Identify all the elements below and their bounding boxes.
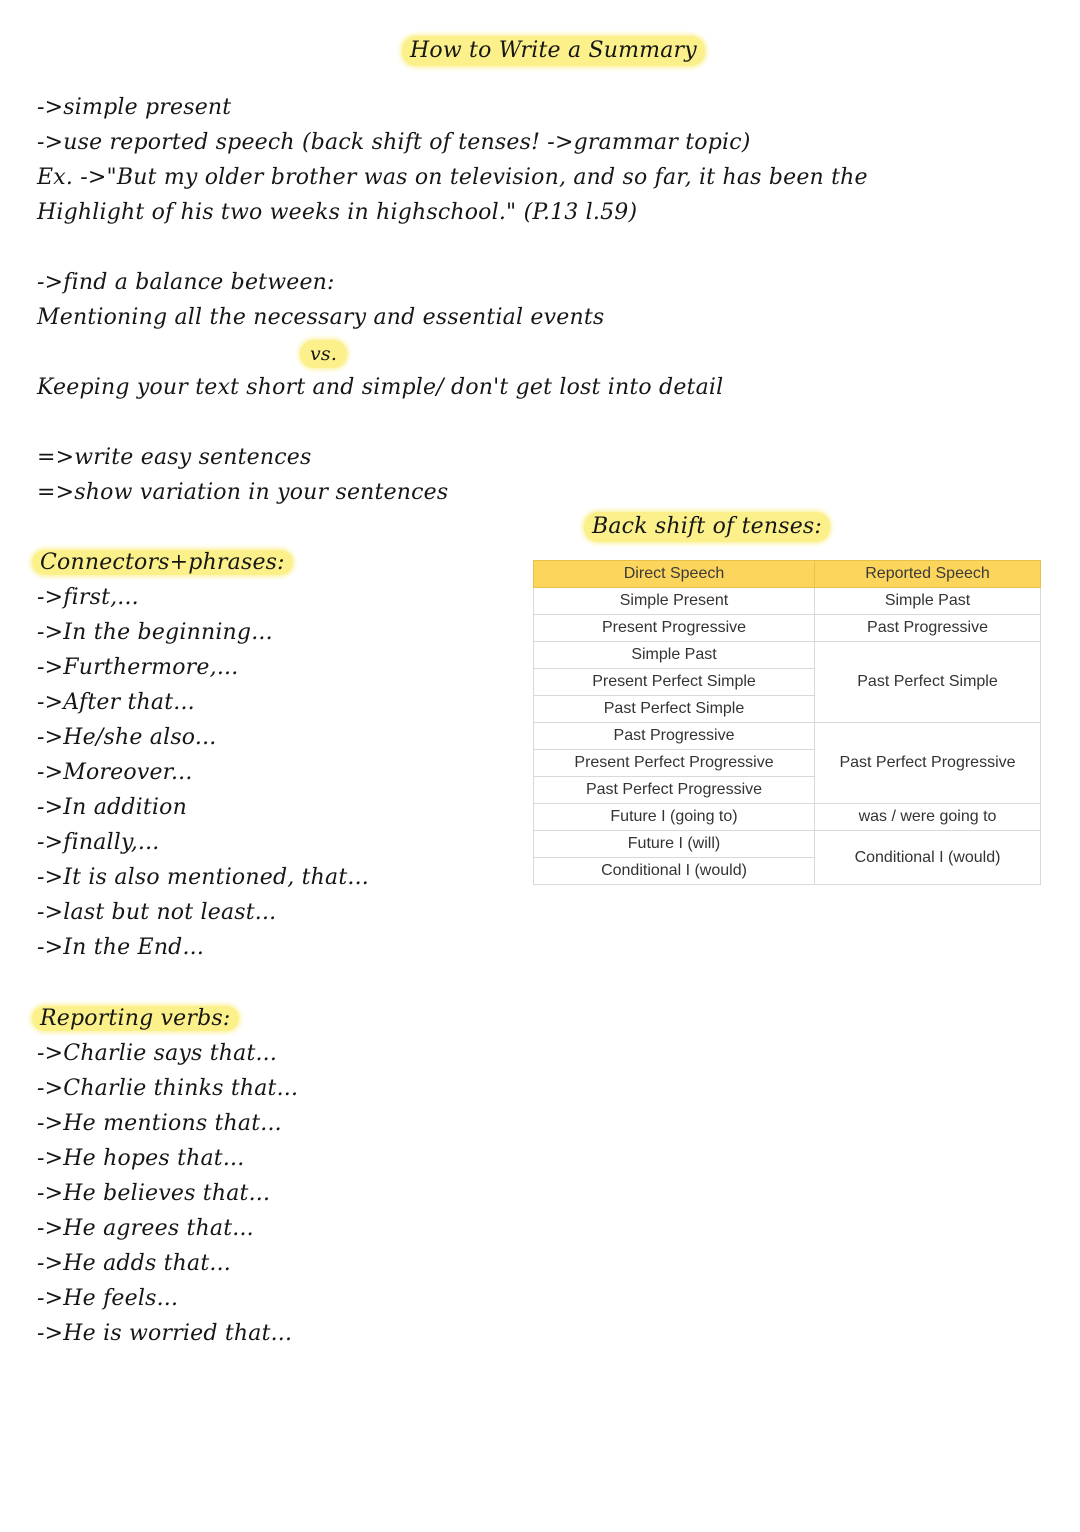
direct-cell: Past Perfect Progressive (533, 776, 815, 804)
arrow-icon: -> (34, 1039, 63, 1069)
table-row: Future I (will) Conditional I (would) (533, 830, 1041, 885)
arrow-icon: -> (78, 163, 106, 193)
arrow-icon: -> (34, 583, 63, 613)
arrow-icon: -> (34, 1109, 63, 1139)
table-row: Present Progressive Past Progressive (533, 614, 1041, 642)
list-item: ->He hopes that... (34, 1144, 244, 1174)
list-item: ->It is also mentioned, that... (34, 863, 369, 893)
table-row: Future I (going to) was / were going to (533, 803, 1041, 831)
list-item: ->He/she also... (34, 723, 216, 753)
arrow-icon: -> (34, 688, 63, 718)
list-item: ->He agrees that... (34, 1214, 254, 1244)
reported-cell: Past Perfect Progressive (814, 722, 1041, 804)
list-item: ->He believes that... (34, 1179, 270, 1209)
reported-cell: Conditional I (would) (814, 830, 1041, 885)
reported-cell: Simple Past (814, 587, 1041, 615)
list-item: ->Moreover... (34, 758, 193, 788)
direct-cell: Present Perfect Simple (533, 668, 815, 696)
tip-item: =>show variation in your sentences (34, 478, 448, 508)
table-row: Simple Past Past Perfect Simple (533, 641, 1041, 723)
list-item: ->Charlie says that... (34, 1039, 277, 1069)
direct-cell: Conditional I (would) (533, 857, 815, 885)
back-shift-table: Direct Speech Reported Speech Simple Pre… (533, 560, 1041, 885)
vs-label: vs. (300, 340, 348, 368)
arrow-icon: -> (34, 1074, 63, 1104)
list-item: ->He adds that... (34, 1249, 231, 1279)
list-item: ->first,... (34, 583, 139, 613)
example-line-2: Highlight of his two weeks in highschool… (37, 200, 638, 225)
list-item: ->finally,... (34, 828, 160, 858)
arrow-icon: -> (34, 268, 63, 298)
example-line-1: Ex. ->"But my older brother was on telev… (37, 163, 868, 193)
intro-line-simple-present: ->simple present (34, 93, 231, 123)
direct-cell: Present Progressive (533, 614, 815, 642)
arrow-icon: -> (34, 128, 63, 158)
list-item: ->After that... (34, 688, 195, 718)
page-title: How to Write a Summary (402, 36, 705, 66)
direct-cell: Simple Past (533, 641, 815, 669)
tip-item: =>write easy sentences (34, 443, 312, 473)
arrow-icon: -> (34, 93, 63, 123)
arrow-icon: -> (34, 1144, 63, 1174)
direct-cell: Future I (will) (533, 830, 815, 858)
column-header-direct: Direct Speech (533, 560, 815, 588)
arrow-icon: -> (34, 1179, 63, 1209)
list-item: ->In addition (34, 793, 187, 823)
balance-heading: ->find a balance between: (34, 268, 335, 298)
table-row: Simple Present Simple Past (533, 587, 1041, 615)
arrow-icon: -> (34, 898, 63, 928)
column-header-reported: Reported Speech (814, 560, 1041, 588)
back-shift-heading: Back shift of tenses: (584, 512, 831, 542)
list-item: ->He feels... (34, 1284, 178, 1314)
list-item: ->last but not least... (34, 898, 276, 928)
arrow-icon: -> (34, 653, 63, 683)
table-header-row: Direct Speech Reported Speech (533, 560, 1041, 588)
list-item: ->Furthermore,... (34, 653, 238, 683)
list-item: ->He mentions that... (34, 1109, 282, 1139)
connectors-heading: Connectors+phrases: (32, 548, 293, 578)
arrow-icon: -> (34, 793, 63, 823)
balance-option-a: Mentioning all the necessary and essenti… (37, 305, 605, 330)
arrow-icon: -> (34, 1214, 63, 1244)
direct-cell: Simple Present (533, 587, 815, 615)
arrow-icon: -> (34, 618, 63, 648)
table-row: Past Progressive Past Perfect Progressiv… (533, 722, 1041, 804)
direct-cell: Future I (going to) (533, 803, 815, 831)
reported-cell: Past Progressive (814, 614, 1041, 642)
intro-line-reported-speech: ->use reported speech (back shift of ten… (34, 128, 751, 158)
direct-cell: Past Perfect Simple (533, 695, 815, 723)
arrow-icon: -> (34, 723, 63, 753)
balance-option-b: Keeping your text short and simple/ don'… (37, 375, 724, 400)
direct-cell: Present Perfect Progressive (533, 749, 815, 777)
reporting-verbs-heading: Reporting verbs: (32, 1004, 239, 1034)
arrow-icon: -> (34, 933, 63, 963)
direct-cell: Past Progressive (533, 722, 815, 750)
arrow-icon: -> (34, 1249, 63, 1279)
reported-cell: was / were going to (814, 803, 1041, 831)
list-item: ->In the beginning... (34, 618, 273, 648)
double-arrow-icon: => (34, 443, 74, 473)
arrow-icon: -> (34, 1319, 63, 1349)
reported-cell: Past Perfect Simple (814, 641, 1041, 723)
arrow-icon: -> (34, 828, 63, 858)
list-item: ->In the End... (34, 933, 204, 963)
list-item: ->Charlie thinks that... (34, 1074, 298, 1104)
arrow-icon: -> (34, 863, 63, 893)
arrow-icon: -> (34, 1284, 63, 1314)
list-item: ->He is worried that... (34, 1319, 292, 1349)
arrow-icon: -> (34, 758, 63, 788)
double-arrow-icon: => (34, 478, 74, 508)
